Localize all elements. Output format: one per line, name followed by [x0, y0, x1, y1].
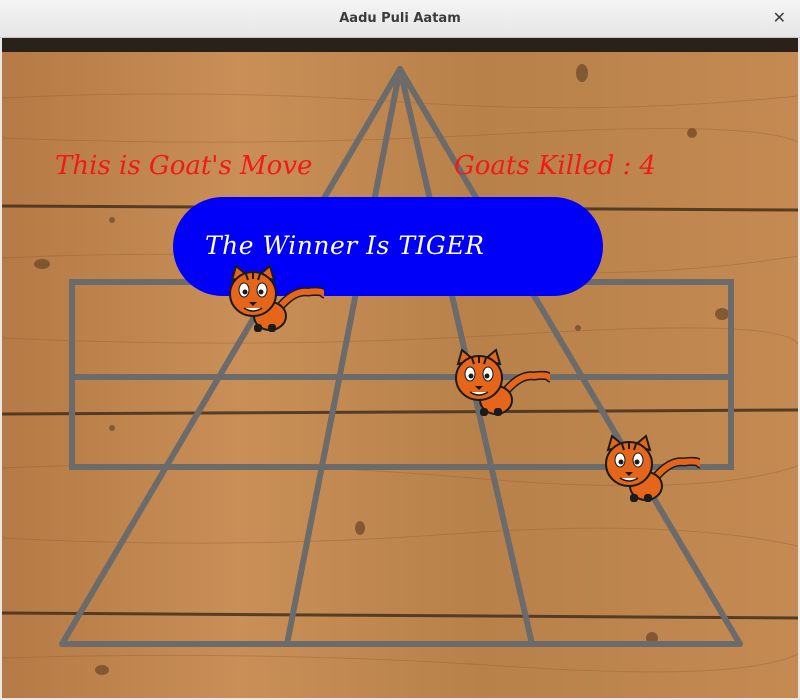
window-title: Aadu Puli Aatam	[339, 11, 461, 26]
game-board[interactable]: This is Goat's Move Goats Killed :4 The …	[2, 38, 798, 698]
turn-status: This is Goat's Move	[55, 151, 313, 181]
wood-background	[2, 38, 798, 698]
goats-killed-label: Goats Killed :	[454, 151, 632, 181]
tiger-icon[interactable]	[224, 264, 324, 334]
tiger-icon[interactable]	[450, 348, 550, 418]
title-bar: Aadu Puli Aatam ✕	[0, 0, 800, 38]
close-icon[interactable]: ✕	[773, 9, 786, 27]
app-window: Aadu Puli Aatam ✕ This is Goat's Move Go…	[0, 0, 800, 700]
winner-text: The Winner Is TIGER	[205, 231, 485, 260]
goats-killed-status: Goats Killed :4	[454, 151, 656, 181]
tiger-icon[interactable]	[600, 434, 700, 504]
goats-killed-count: 4	[639, 151, 656, 181]
